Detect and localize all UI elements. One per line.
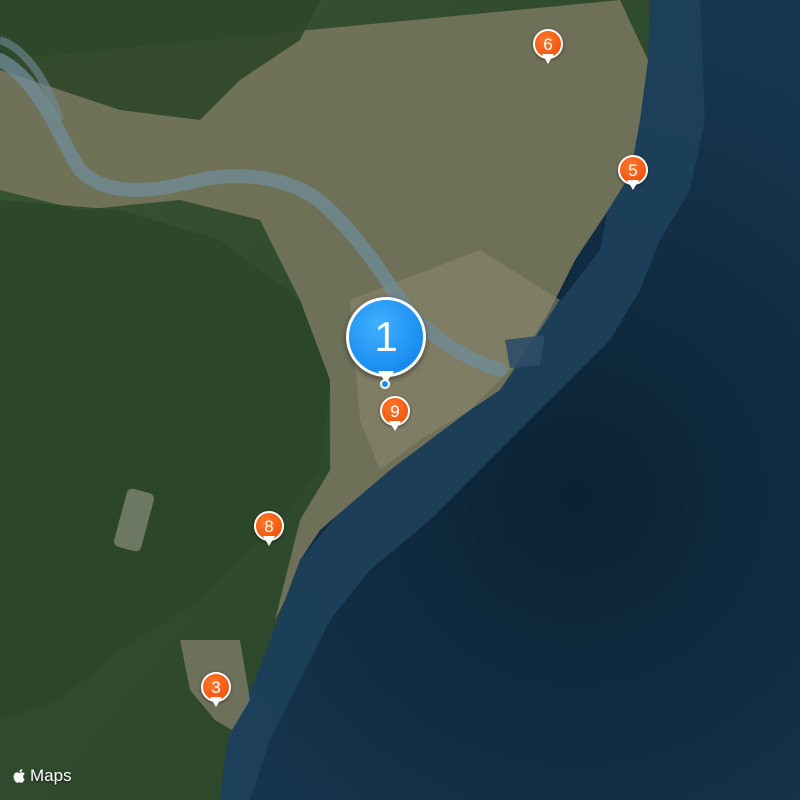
pin-head: 1: [346, 297, 426, 377]
pin-number: 1: [374, 313, 398, 360]
map-pin-9[interactable]: 9: [380, 396, 410, 434]
map-pin-5[interactable]: 5: [618, 155, 648, 193]
map-pin-1[interactable]: 1: [346, 297, 426, 393]
pin-tail: [210, 697, 222, 707]
pin-tail: [542, 54, 554, 64]
maps-attribution[interactable]: Maps: [12, 766, 72, 786]
pin-tail: [263, 536, 275, 546]
pin-number: 9: [390, 401, 400, 421]
satellite-map[interactable]: 1 3 5 6 8 9 Maps: [0, 0, 800, 800]
pin-number: 6: [543, 34, 553, 54]
location-dot: [380, 379, 390, 389]
pin-tail: [389, 421, 401, 431]
pin-number: 3: [211, 677, 221, 697]
pin-number: 8: [264, 516, 274, 536]
map-pin-3[interactable]: 3: [201, 672, 231, 710]
map-pin-6[interactable]: 6: [533, 29, 563, 67]
pin-tail: [627, 180, 639, 190]
attribution-text: Maps: [30, 766, 72, 785]
pin-number: 5: [628, 160, 638, 180]
apple-logo-icon: [13, 769, 25, 783]
harbor: [505, 335, 545, 368]
map-pin-8[interactable]: 8: [254, 511, 284, 549]
